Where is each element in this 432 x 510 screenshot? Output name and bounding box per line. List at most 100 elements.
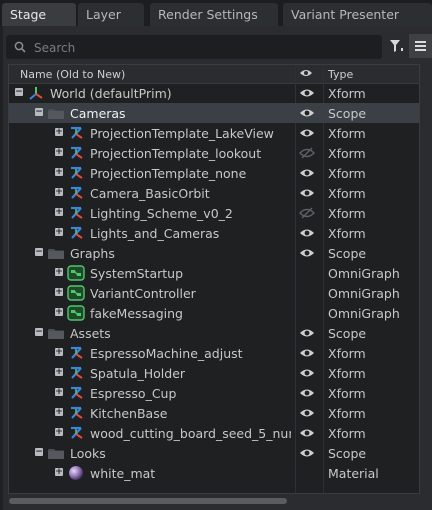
tree-row[interactable]: + VariantController OmniGraph xyxy=(9,283,419,303)
tree-row[interactable]: + Spatula_Holder Xform xyxy=(9,363,419,383)
tree-row[interactable]: + EspressoMachine_adjust Xform xyxy=(9,343,419,363)
name-column-header[interactable]: Name (Old to New) xyxy=(20,68,125,81)
expand-toggle[interactable]: + xyxy=(55,148,63,157)
eye-hidden-icon[interactable] xyxy=(299,206,315,220)
tab-bar: Stage Layer Render Settings Variant Pres… xyxy=(0,0,432,26)
prim-type: Scope xyxy=(328,446,367,461)
prim-name: VariantController xyxy=(90,286,196,301)
folder-icon xyxy=(47,445,65,461)
filter-button[interactable] xyxy=(386,34,408,58)
camera-xform-icon xyxy=(67,145,85,161)
collapse-toggle[interactable]: − xyxy=(35,108,43,117)
options-menu-button[interactable] xyxy=(409,34,432,58)
prim-name: Lights_and_Cameras xyxy=(90,226,220,241)
xform-axis-icon xyxy=(27,85,45,101)
collapse-toggle[interactable]: − xyxy=(35,448,43,457)
eye-icon xyxy=(300,70,312,76)
tab-label: Variant Presenter xyxy=(291,7,400,22)
tab-label: Stage xyxy=(10,7,47,22)
eye-icon[interactable] xyxy=(299,86,315,100)
column-header: Name (Old to New) Type xyxy=(9,65,419,84)
tree-row[interactable]: + KitchenBase Xform xyxy=(9,403,419,423)
tree-row[interactable]: − Looks Scope xyxy=(9,443,419,463)
prim-type: Xform xyxy=(328,226,366,241)
visibility-column-header[interactable] xyxy=(299,68,313,81)
expand-toggle[interactable]: + xyxy=(55,428,63,437)
tree-row[interactable]: + ProjectionTemplate_none Xform xyxy=(9,163,419,183)
expand-toggle[interactable]: + xyxy=(55,348,63,357)
prim-name: Lighting_Scheme_v0_2 xyxy=(90,206,233,221)
omnigraph-icon xyxy=(67,285,85,301)
eye-icon[interactable] xyxy=(299,326,315,340)
tab-stage[interactable]: Stage xyxy=(2,3,76,26)
tree-row[interactable]: − World (defaultPrim) Xform xyxy=(9,83,419,103)
prim-name: Looks xyxy=(70,446,106,461)
horizontal-scrollbar[interactable] xyxy=(9,498,287,504)
eye-icon[interactable] xyxy=(299,366,315,380)
omnigraph-icon xyxy=(67,265,85,281)
expand-toggle[interactable]: + xyxy=(55,408,63,417)
eye-icon[interactable] xyxy=(299,386,315,400)
tab-render-settings[interactable]: Render Settings xyxy=(150,3,278,26)
tree-row[interactable]: + wood_cutting_board_seed_5_num_s Xform xyxy=(9,423,419,443)
folder-icon xyxy=(47,245,65,261)
prim-type: Material xyxy=(328,466,379,481)
expand-toggle[interactable]: + xyxy=(55,388,63,397)
eye-icon[interactable] xyxy=(299,246,315,260)
prim-type: Xform xyxy=(328,126,366,141)
tab-variant-presenter[interactable]: Variant Presenter xyxy=(283,3,432,26)
eye-icon[interactable] xyxy=(299,166,315,180)
expand-toggle[interactable]: + xyxy=(55,308,63,317)
type-column-header[interactable]: Type xyxy=(328,68,353,81)
tree-row[interactable]: + white_mat Material xyxy=(9,463,419,483)
tab-layer[interactable]: Layer xyxy=(78,3,144,26)
expand-toggle[interactable]: + xyxy=(55,208,63,217)
eye-icon[interactable] xyxy=(299,126,315,140)
search-box[interactable] xyxy=(6,35,382,59)
collapse-toggle[interactable]: − xyxy=(35,248,43,257)
eye-icon[interactable] xyxy=(299,346,315,360)
prim-type: Xform xyxy=(328,166,366,181)
eye-icon[interactable] xyxy=(299,226,315,240)
eye-icon[interactable] xyxy=(299,446,315,460)
prim-type: Xform xyxy=(328,346,366,361)
prim-type: Xform xyxy=(328,146,366,161)
tree-row[interactable]: − Graphs Scope xyxy=(9,243,419,263)
collapse-toggle[interactable]: − xyxy=(15,88,23,97)
tree-row[interactable]: − Assets Scope xyxy=(9,323,419,343)
eye-icon[interactable] xyxy=(299,406,315,420)
search-input[interactable] xyxy=(32,37,376,59)
camera-xform-icon xyxy=(67,365,85,381)
tree-row[interactable]: + Espresso_Cup Xform xyxy=(9,383,419,403)
tree-rows: − World (defaultPrim) Xform − Cameras Scope + P… xyxy=(9,83,419,483)
filter-icon xyxy=(390,40,403,52)
prim-type: OmniGraph xyxy=(328,266,400,281)
expand-toggle[interactable]: + xyxy=(55,188,63,197)
tree-row[interactable]: + Lighting_Scheme_v0_2 Xform xyxy=(9,203,419,223)
eye-icon[interactable] xyxy=(299,186,315,200)
tree-row[interactable]: + fakeMessaging OmniGraph xyxy=(9,303,419,323)
eye-icon[interactable] xyxy=(299,426,315,440)
expand-toggle[interactable]: + xyxy=(55,288,63,297)
expand-toggle[interactable]: + xyxy=(55,228,63,237)
expand-toggle[interactable]: + xyxy=(55,468,63,477)
prim-name: ProjectionTemplate_lookout xyxy=(90,146,262,161)
eye-icon[interactable] xyxy=(299,106,315,120)
tree-row[interactable]: + ProjectionTemplate_LakeView Xform xyxy=(9,123,419,143)
tab-label: Layer xyxy=(86,7,121,22)
tree-row[interactable]: + Lights_and_Cameras Xform xyxy=(9,223,419,243)
camera-xform-icon xyxy=(67,405,85,421)
expand-toggle[interactable]: + xyxy=(55,368,63,377)
expand-toggle[interactable]: + xyxy=(55,168,63,177)
camera-xform-icon xyxy=(67,385,85,401)
expand-toggle[interactable]: + xyxy=(55,268,63,277)
prim-name: Espresso_Cup xyxy=(90,386,177,401)
tree-row[interactable]: + ProjectionTemplate_lookout Xform xyxy=(9,143,419,163)
tree-row[interactable]: + SystemStartup OmniGraph xyxy=(9,263,419,283)
eye-hidden-icon[interactable] xyxy=(299,146,315,160)
tree-row[interactable]: − Cameras Scope xyxy=(9,103,419,123)
hamburger-menu-icon xyxy=(415,41,426,51)
collapse-toggle[interactable]: − xyxy=(35,328,43,337)
expand-toggle[interactable]: + xyxy=(55,128,63,137)
tree-row[interactable]: + Camera_BasicOrbit Xform xyxy=(9,183,419,203)
